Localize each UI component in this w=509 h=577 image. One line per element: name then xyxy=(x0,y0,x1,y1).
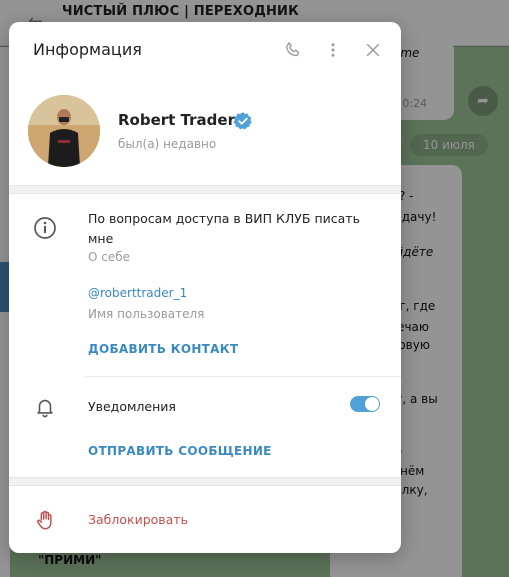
toggle-knob xyxy=(365,397,379,411)
bell-icon xyxy=(32,394,58,420)
add-contact-button[interactable]: ДОБАВИТЬ КОНТАКТ xyxy=(88,342,238,356)
dialog-title: Информация xyxy=(33,40,142,59)
section-divider xyxy=(9,477,401,486)
username-label: Имя пользователя xyxy=(88,307,205,321)
section-divider xyxy=(9,185,401,194)
block-user-button[interactable]: Заблокировать xyxy=(88,512,188,527)
username-value[interactable]: @roberttrader_1 xyxy=(88,286,187,300)
notifications-toggle[interactable] xyxy=(350,396,380,412)
send-message-button[interactable]: ОТПРАВИТЬ СООБЩЕНИЕ xyxy=(88,444,272,458)
user-status: был(а) недавно xyxy=(118,137,217,151)
user-name: Robert Trader xyxy=(118,111,235,129)
info-icon xyxy=(32,215,58,241)
more-button[interactable] xyxy=(320,37,346,63)
phone-icon xyxy=(286,42,300,57)
avatar-photo xyxy=(28,95,100,167)
about-label: О себе xyxy=(88,250,131,264)
divider-line xyxy=(85,376,401,377)
hand-stop-icon xyxy=(32,507,58,533)
close-button[interactable] xyxy=(360,37,386,63)
call-button[interactable] xyxy=(280,37,306,63)
more-vertical-icon xyxy=(331,43,335,57)
avatar[interactable] xyxy=(28,95,100,167)
close-icon xyxy=(366,43,380,57)
user-info-dialog: Информация Robert Trader был(а) недавно … xyxy=(9,22,401,553)
about-text: По вопросам доступа в ВИП КЛУБ писать мн… xyxy=(88,211,360,246)
notifications-label: Уведомления xyxy=(88,399,176,414)
verified-badge-icon xyxy=(233,111,253,131)
